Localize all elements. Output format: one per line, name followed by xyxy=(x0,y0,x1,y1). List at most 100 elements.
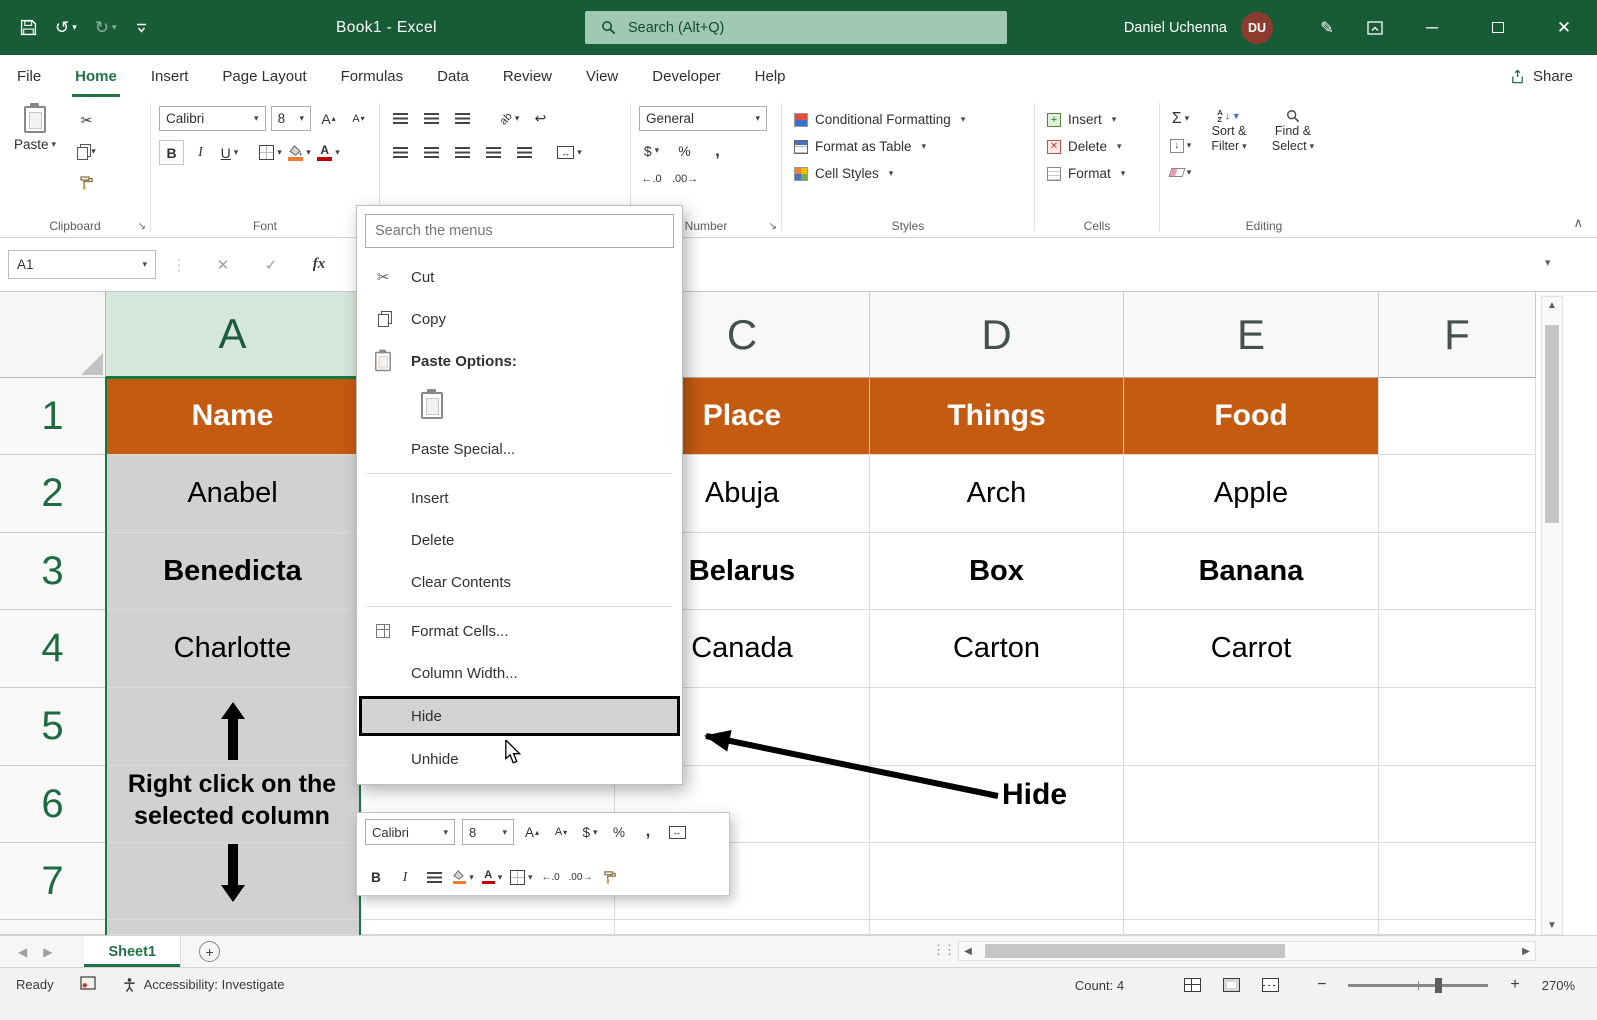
shrink-font-button[interactable]: A▾ xyxy=(346,106,371,131)
copy-button[interactable]: ▾ xyxy=(74,139,99,164)
insert-cells-button[interactable]: + Insert▾ xyxy=(1043,106,1151,133)
macro-record-button[interactable] xyxy=(80,976,96,993)
row-header-partial[interactable] xyxy=(0,920,106,935)
cell-F1[interactable] xyxy=(1379,378,1536,455)
expand-formula-bar-button[interactable]: ▾ xyxy=(1545,256,1551,269)
underline-button[interactable]: U▾ xyxy=(217,140,242,165)
vertical-scroll-thumb[interactable] xyxy=(1545,325,1559,523)
cell-E3[interactable]: Banana xyxy=(1124,533,1379,610)
maximize-button[interactable] xyxy=(1465,0,1531,55)
share-button[interactable]: Share xyxy=(1510,61,1573,91)
accounting-format-button[interactable]: $▾ xyxy=(639,138,664,163)
customize-qat-button[interactable] xyxy=(131,12,152,44)
cancel-entry-button[interactable]: ✕ xyxy=(206,250,240,279)
menu-item-hide[interactable]: Hide xyxy=(359,696,680,736)
ribbon-display-options-button[interactable] xyxy=(1351,0,1399,55)
cell-F2[interactable] xyxy=(1379,455,1536,533)
row-header-4[interactable]: 4 xyxy=(0,610,106,688)
new-sheet-button[interactable]: + xyxy=(199,941,220,962)
row-header-7[interactable]: 7 xyxy=(0,843,106,920)
mini-percent-button[interactable]: % xyxy=(608,820,630,844)
mini-grow-font-button[interactable]: A▴ xyxy=(521,820,543,844)
align-center-button[interactable] xyxy=(419,140,444,165)
menu-item-format-cells[interactable]: Format Cells... xyxy=(357,610,682,652)
mini-format-painter-button[interactable] xyxy=(599,865,621,889)
avatar[interactable]: DU xyxy=(1241,12,1273,44)
grow-font-button[interactable]: A▴ xyxy=(316,106,341,131)
cell-F8-partial[interactable] xyxy=(1379,920,1536,935)
orientation-button[interactable]: ab▾ xyxy=(497,106,522,131)
cell-E7[interactable] xyxy=(1124,843,1379,920)
menu-item-paste-button[interactable] xyxy=(357,382,682,428)
merge-center-button[interactable]: ↔▾ xyxy=(557,140,582,165)
sort-filter-button[interactable]: AZ ↓▼ Sort & Filter▾ xyxy=(1201,106,1257,185)
tab-insert[interactable]: Insert xyxy=(134,55,206,97)
menu-search-box[interactable] xyxy=(365,214,674,248)
cell-styles-button[interactable]: Cell Styles▾ xyxy=(790,160,1026,187)
next-sheet-icon[interactable]: ▶ xyxy=(43,945,52,959)
align-right-button[interactable] xyxy=(450,140,475,165)
tab-formulas[interactable]: Formulas xyxy=(324,55,421,97)
mini-merge-button[interactable]: ↔ xyxy=(666,820,688,844)
close-button[interactable]: ✕ xyxy=(1531,0,1597,55)
cell-F7[interactable] xyxy=(1379,843,1536,920)
mini-increase-decimal-button[interactable]: ←.0 xyxy=(540,865,562,889)
increase-decimal-button[interactable]: ←.0 xyxy=(639,166,664,191)
tab-page-layout[interactable]: Page Layout xyxy=(205,55,323,97)
row-header-1[interactable]: 1 xyxy=(0,378,106,455)
column-header-D[interactable]: D xyxy=(870,292,1124,378)
tab-view[interactable]: View xyxy=(569,55,635,97)
search-input[interactable] xyxy=(628,20,958,36)
mini-align-center-button[interactable] xyxy=(423,865,445,889)
cell-E2[interactable]: Apple xyxy=(1124,455,1379,533)
scroll-right-icon[interactable]: ▶ xyxy=(1517,946,1535,957)
font-size-select[interactable]: 8▾ xyxy=(271,106,311,131)
fill-color-button[interactable]: ▾ xyxy=(287,140,312,165)
mini-fill-color-button[interactable]: ▾ xyxy=(452,865,474,889)
mini-shrink-font-button[interactable]: A▾ xyxy=(550,820,572,844)
tab-help[interactable]: Help xyxy=(738,55,803,97)
cell-F4[interactable] xyxy=(1379,610,1536,688)
tab-home[interactable]: Home xyxy=(58,55,134,97)
font-name-select[interactable]: Calibri▾ xyxy=(159,106,266,131)
tab-file[interactable]: File xyxy=(0,55,58,97)
zoom-level[interactable]: 270% xyxy=(1542,978,1575,993)
number-format-select[interactable]: General▾ xyxy=(639,106,767,131)
tab-splitter-handle[interactable]: ⋮⋮ xyxy=(932,942,954,958)
cell-F6[interactable] xyxy=(1379,766,1536,843)
cell-D3[interactable]: Box xyxy=(870,533,1124,610)
menu-item-column-width[interactable]: Column Width... xyxy=(357,652,682,694)
vertical-scrollbar[interactable]: ▲ ▼ xyxy=(1541,296,1563,935)
wrap-text-button[interactable]: ↩ xyxy=(528,106,553,131)
clipboard-dialog-launcher[interactable]: ↘ xyxy=(138,221,146,232)
paste-button[interactable]: Paste▾ xyxy=(8,106,62,195)
scroll-left-icon[interactable]: ◀ xyxy=(959,946,977,957)
inking-button[interactable]: ✎ xyxy=(1303,0,1351,55)
format-as-table-button[interactable]: Format as Table▾ xyxy=(790,133,1026,160)
zoom-slider[interactable] xyxy=(1348,984,1488,987)
cell-D1[interactable]: Things xyxy=(870,378,1124,455)
cell-E1[interactable]: Food xyxy=(1124,378,1379,455)
accessibility-status[interactable]: Accessibility: Investigate xyxy=(122,977,285,993)
name-box[interactable]: A1▾ xyxy=(8,250,156,279)
horizontal-scroll-thumb[interactable] xyxy=(985,944,1285,958)
search-box[interactable] xyxy=(585,11,1007,44)
row-header-3[interactable]: 3 xyxy=(0,533,106,610)
clear-button[interactable]: ▾ xyxy=(1168,160,1193,185)
menu-item-insert[interactable]: Insert xyxy=(357,477,682,519)
bold-button[interactable]: B xyxy=(159,140,184,165)
mini-bold-button[interactable]: B xyxy=(365,865,387,889)
horizontal-scroll-track[interactable] xyxy=(977,942,1517,960)
fill-button[interactable]: ↓▾ xyxy=(1168,133,1193,158)
menu-search-input[interactable] xyxy=(375,223,664,239)
cell-A4[interactable]: Charlotte xyxy=(106,610,360,688)
zoom-slider-thumb[interactable] xyxy=(1435,978,1442,993)
sheet-tab-sheet1[interactable]: Sheet1 xyxy=(84,936,181,967)
cell-E4[interactable]: Carrot xyxy=(1124,610,1379,688)
column-header-F[interactable]: F xyxy=(1379,292,1536,378)
delete-cells-button[interactable]: ✕ Delete▾ xyxy=(1043,133,1151,160)
scroll-down-icon[interactable]: ▼ xyxy=(1542,920,1562,931)
mini-borders-button[interactable]: ▾ xyxy=(510,865,533,889)
row-header-2[interactable]: 2 xyxy=(0,455,106,533)
collapse-ribbon-button[interactable]: ∧ xyxy=(1573,215,1583,231)
